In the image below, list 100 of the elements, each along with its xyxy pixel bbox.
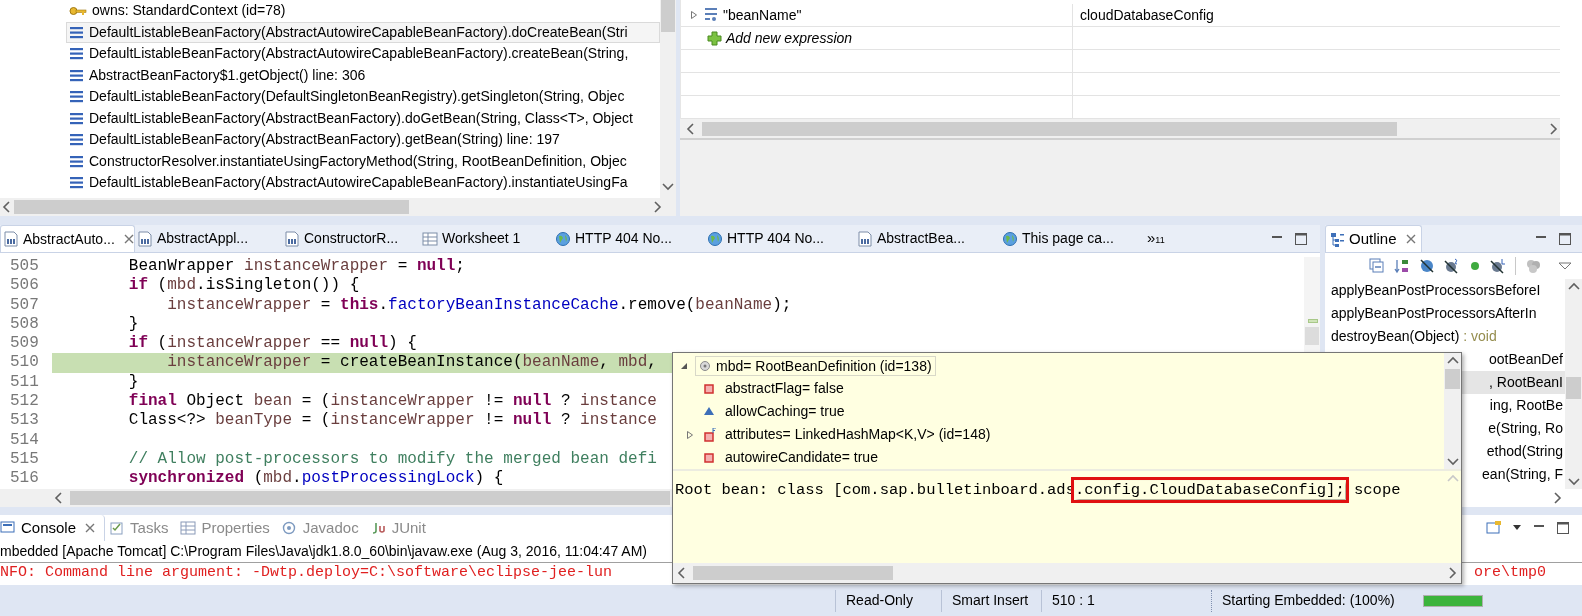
editor-tab[interactable]: AbstractAuto... bbox=[0, 225, 135, 252]
class-file-icon bbox=[137, 230, 153, 247]
collapse-icon[interactable] bbox=[679, 361, 689, 371]
console-tab[interactable]: JUnit bbox=[366, 515, 434, 541]
line-number: 507 bbox=[10, 295, 40, 315]
tree-node[interactable]: abstractFlag= false bbox=[673, 377, 1444, 400]
scrollbar-thumb[interactable] bbox=[70, 491, 670, 505]
public-filter-icon[interactable] bbox=[1469, 260, 1481, 272]
tree-node[interactable]: attributes= LinkedHashMap<K,V> (id=148) bbox=[673, 423, 1444, 446]
tree-node[interactable]: mbd= RootBeanDefinition (id=138) bbox=[695, 356, 936, 376]
horizontal-scrollbar[interactable] bbox=[673, 563, 1461, 583]
stack-frame[interactable]: DefaultListableBeanFactory(AbstractAutowireCapableBeanFactory).instantiateUsingFa bbox=[66, 172, 660, 194]
vertical-scrollbar[interactable] bbox=[1444, 353, 1461, 469]
stack-frame[interactable]: owns: StandardContext (id=78) bbox=[66, 0, 660, 22]
stack-frame[interactable]: DefaultListableBeanFactory(DefaultSingletonBeanRegistry).getSingleton(String, Objec bbox=[66, 86, 660, 108]
dropdown-icon[interactable] bbox=[1512, 524, 1522, 532]
maximize-icon[interactable] bbox=[1556, 521, 1570, 535]
horizontal-scrollbar[interactable] bbox=[680, 119, 1560, 140]
expression-name: "beanName" bbox=[723, 5, 802, 25]
editor-tab[interactable]: HTTP 404 No... bbox=[553, 225, 705, 252]
stack-frame[interactable]: DefaultListableBeanFactory(AbstractAutowireCapableBeanFactory).doCreateBean(Stri bbox=[66, 21, 660, 43]
line-number: 509 bbox=[10, 334, 40, 354]
console-tab[interactable]: Properties bbox=[176, 515, 278, 541]
console-tab[interactable]: Javadoc bbox=[277, 515, 367, 541]
process-label: mbedded [Apache Tomcat] C:\Program Files\Java\jdk1.8.0_60\bin\javaw.exe (Aug 3, 2016, 11:04:47 AM) bbox=[0, 542, 647, 561]
horizontal-scrollbar[interactable] bbox=[0, 198, 676, 216]
stack-frame-icon bbox=[69, 89, 84, 105]
stack-frame-icon bbox=[69, 175, 84, 191]
line-number: 511 bbox=[10, 372, 40, 393]
editor-tab[interactable]: ConstructorR... bbox=[282, 225, 420, 252]
scrollbar-thumb[interactable] bbox=[1445, 369, 1460, 389]
expression-value: cloudDatabaseConfig bbox=[1080, 5, 1214, 25]
vertical-scrollbar[interactable] bbox=[1565, 279, 1582, 489]
editor-tab[interactable]: Worksheet 1 bbox=[420, 225, 553, 252]
console-output-line: NFO: Command line argument: -Dwtp.deploy=C:\software\eclipse-jee-lun bbox=[0, 562, 613, 583]
stack-frame[interactable]: ConstructorResolver.instantiateUsingFactoryMethod(String, RootBeanDefinition, Objec bbox=[66, 150, 660, 172]
stack-frame-icon bbox=[69, 67, 84, 83]
scrollbar-thumb[interactable] bbox=[1305, 327, 1319, 345]
line-number: 516 bbox=[10, 469, 40, 489]
hide-static-icon[interactable] bbox=[1444, 258, 1460, 274]
sort-icon[interactable] bbox=[1394, 258, 1410, 274]
outline-tab[interactable]: Outline bbox=[1325, 225, 1422, 252]
close-icon[interactable] bbox=[84, 522, 97, 534]
stack-frame[interactable]: DefaultListableBeanFactory(AbstractAutowireCapableBeanFactory).createBean(String, bbox=[66, 43, 660, 65]
maximize-icon[interactable] bbox=[1294, 231, 1308, 246]
javadoc-icon bbox=[281, 520, 298, 536]
line-number: 513 bbox=[10, 411, 40, 431]
hide-local-types-icon[interactable] bbox=[1490, 258, 1506, 274]
stack-frame-icon bbox=[69, 24, 84, 40]
collapse-all-icon[interactable] bbox=[1369, 258, 1385, 274]
class-file-icon bbox=[857, 230, 873, 247]
scrollbar-thumb[interactable] bbox=[14, 200, 409, 214]
code-line: Class<?> beanType = (instanceWrapper != null ? instance bbox=[127, 411, 657, 430]
tasks-icon bbox=[109, 520, 126, 536]
code-line: instanceWrapper = this.factoryBeanInstanceCache.remove(beanName); bbox=[166, 295, 792, 314]
close-icon[interactable] bbox=[1404, 233, 1417, 245]
status-text: Starting Embedded: (100%) bbox=[1222, 591, 1395, 610]
add-expression-link[interactable]: Add new expression bbox=[726, 27, 853, 49]
scrollbar-thumb[interactable] bbox=[702, 121, 1397, 136]
console-tab[interactable]: Console bbox=[0, 515, 106, 541]
stack-frame-icon bbox=[69, 132, 84, 148]
console-tab[interactable]: Tasks bbox=[105, 515, 177, 541]
scrollbar-thumb[interactable] bbox=[693, 566, 893, 580]
editor-tab[interactable]: This page ca... bbox=[1000, 225, 1143, 252]
code-line: } bbox=[127, 372, 139, 391]
expand-icon[interactable] bbox=[685, 429, 695, 440]
editor-tab[interactable]: HTTP 404 No... bbox=[705, 225, 855, 252]
stack-frame[interactable]: AbstractBeanFactory$1.getObject() line: 306 bbox=[66, 64, 660, 86]
scrollbar-thumb[interactable] bbox=[1566, 377, 1581, 399]
code-line: if (instanceWrapper == null) { bbox=[127, 334, 417, 353]
scrollbar-thumb[interactable] bbox=[661, 0, 675, 32]
outline-item[interactable]: destroyBean(Object) : void bbox=[1325, 325, 1565, 348]
hide-fields-icon[interactable] bbox=[1419, 258, 1435, 274]
line-number: 508 bbox=[10, 314, 40, 335]
stack-frame[interactable]: DefaultListableBeanFactory(AbstractBeanFactory).getBean(String) line: 197 bbox=[66, 129, 660, 151]
view-menu-icon[interactable] bbox=[1558, 261, 1572, 271]
outline-item[interactable]: applyBeanPostProcessorsBeforeI bbox=[1325, 279, 1565, 302]
line-number: 515 bbox=[10, 449, 40, 470]
stack-frame-icon bbox=[69, 153, 84, 169]
overflow-tabs-button[interactable]: »11 bbox=[1143, 225, 1165, 252]
private-field-icon bbox=[703, 450, 717, 465]
expand-icon[interactable] bbox=[689, 10, 699, 20]
tree-node[interactable]: autowireCandidate= true bbox=[673, 446, 1444, 469]
close-icon[interactable] bbox=[122, 233, 135, 245]
outline-item[interactable]: applyBeanPostProcessorsAfterIn bbox=[1325, 302, 1565, 325]
console-output-line: ore\tmp0 bbox=[1474, 562, 1546, 583]
code-line: // Allow post-processors to modify the merged bean defi bbox=[127, 449, 657, 468]
tree-node[interactable]: allowCaching= true bbox=[673, 400, 1444, 423]
class-file-icon bbox=[284, 230, 300, 247]
line-number: 514 bbox=[10, 430, 40, 450]
status-text: Smart Insert bbox=[952, 591, 1029, 610]
editor-tab[interactable]: AbstractBea... bbox=[855, 225, 1000, 252]
vertical-scrollbar[interactable] bbox=[660, 0, 676, 198]
status-text: Read-Only bbox=[846, 591, 913, 610]
editor-tab[interactable]: AbstractAppl... bbox=[135, 225, 282, 252]
stack-frame[interactable]: DefaultListableBeanFactory(AbstractBeanFactory).doGetBean(String, Class<T>, Object bbox=[66, 107, 660, 129]
maximize-icon[interactable] bbox=[1558, 231, 1572, 246]
code-line: final Object bean = (instanceWrapper != null ? instance bbox=[127, 392, 657, 411]
line-number: 512 bbox=[10, 392, 40, 412]
variable-icon bbox=[699, 360, 711, 372]
